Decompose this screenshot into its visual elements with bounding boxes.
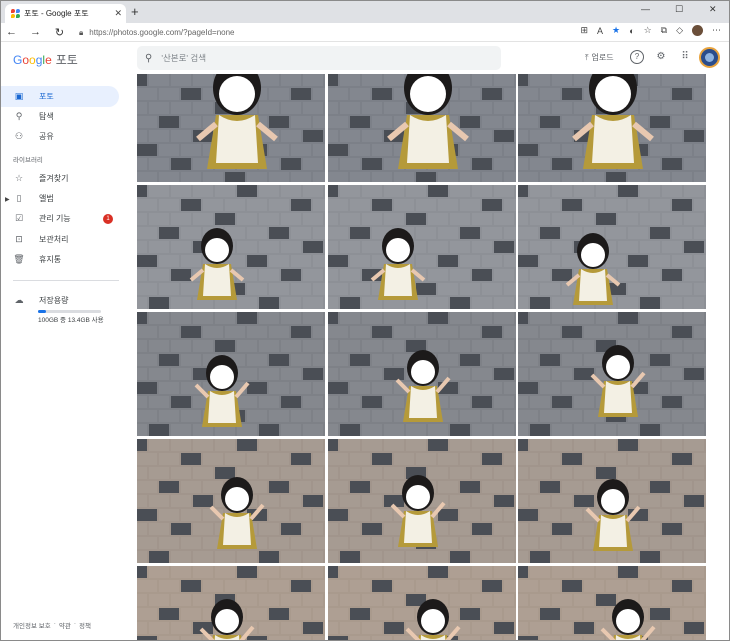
minimize-button[interactable]: — xyxy=(641,4,650,14)
photo-thumbnail[interactable] xyxy=(328,439,516,563)
archive-icon: ⊡ xyxy=(15,234,23,244)
google-photos-logo[interactable]: Google 포토 xyxy=(13,51,78,68)
tab-close-icon[interactable]: ✕ xyxy=(114,8,122,19)
photo-thumbnail[interactable] xyxy=(328,185,516,309)
photo-thumbnail[interactable] xyxy=(137,566,325,640)
photo-thumbnail[interactable] xyxy=(137,185,325,309)
photo-thumbnail[interactable] xyxy=(328,74,516,182)
google-photos-favicon-icon xyxy=(11,9,20,18)
sidebar-item-label: 포토 xyxy=(39,92,54,101)
favorite-star-icon[interactable]: ★ xyxy=(612,25,620,36)
upload-label: 업로드 xyxy=(591,53,614,62)
browser-toolbar: ⊞ A ★ ◐ ☆ ⧉ ◇ ⋯ xyxy=(580,25,721,36)
photo-thumbnail[interactable] xyxy=(518,74,706,182)
collections-icon[interactable]: ⧉ xyxy=(661,25,667,36)
sidebar: ▣ 포토 ⚲ 탐색 ⚇ 공유 라이브러리 ☆ 즐겨찾기 ▶ ▯ 앨범 ☑ 관리 … xyxy=(1,74,129,640)
upload-icon: ⤒ xyxy=(585,52,589,62)
upload-button[interactable]: ⤒ 업로드 xyxy=(585,52,614,63)
google-apps-icon[interactable]: ⠿ xyxy=(678,50,692,64)
notification-badge: 1 xyxy=(103,214,113,224)
photo-thumbnail[interactable] xyxy=(137,74,325,182)
sidebar-item-label: 저장용량 xyxy=(39,296,69,305)
sidebar-item-archive[interactable]: ⊡ 보관처리 xyxy=(1,229,119,250)
photo-thumbnail[interactable] xyxy=(137,439,325,563)
storage-usage-text: 100GB 중 13.4GB 사용 xyxy=(38,317,104,324)
search-input[interactable]: ⚲ '산본로' 검색 xyxy=(137,46,501,70)
photo-thumbnail[interactable] xyxy=(518,312,706,436)
photo-thumbnail[interactable] xyxy=(137,312,325,436)
photo-thumbnail[interactable] xyxy=(328,312,516,436)
maximize-button[interactable]: ☐ xyxy=(675,4,683,15)
lock-icon: 🔒︎ xyxy=(79,27,84,37)
trash-icon: 🗑︎ xyxy=(13,254,25,264)
search-placeholder: '산본로' 검색 xyxy=(161,53,207,63)
sidebar-item-explore[interactable]: ⚲ 탐색 xyxy=(1,106,119,127)
search-icon: ⚲ xyxy=(145,52,153,64)
footer-separator: · xyxy=(53,620,56,627)
terms-link[interactable]: 약관 xyxy=(59,620,71,630)
settings-gear-icon[interactable]: ⚙ xyxy=(654,50,668,64)
search-icon: ⚲ xyxy=(15,111,23,121)
close-window-button[interactable]: ✕ xyxy=(709,4,717,15)
google-wordmark: Google xyxy=(13,53,52,67)
apps-grid-icon[interactable]: ⊞ xyxy=(580,25,588,36)
sidebar-item-trash[interactable]: 🗑︎ 휴지통 xyxy=(1,249,119,270)
sidebar-item-favorites[interactable]: ☆ 즐겨찾기 xyxy=(1,168,119,189)
sidebar-item-storage[interactable]: ☁ 저장용량 xyxy=(1,290,119,311)
help-icon[interactable]: ? xyxy=(630,50,644,64)
sidebar-item-label: 즐겨찾기 xyxy=(39,174,69,183)
tab-title: 포토 - Google 포토 xyxy=(24,9,89,18)
photo-thumbnail[interactable] xyxy=(518,439,706,563)
people-icon: ⚇ xyxy=(14,131,24,141)
profile-avatar[interactable] xyxy=(692,25,703,36)
more-menu-icon[interactable]: ⋯ xyxy=(712,25,721,36)
forward-arrow-icon[interactable]: → xyxy=(28,26,43,38)
address-bar-row: ← → ↻ 🔒︎ https://photos.google.com/?page… xyxy=(1,23,729,42)
sidebar-item-label: 보관처리 xyxy=(39,235,69,244)
footer-separator: · xyxy=(73,620,76,627)
star-icon: ☆ xyxy=(14,173,24,183)
photo-thumbnail[interactable] xyxy=(518,566,706,640)
extension-icon[interactable]: ◐ xyxy=(629,26,634,36)
privacy-link[interactable]: 개인정보 보호 xyxy=(13,620,51,630)
sidebar-item-label: 관리 기능 xyxy=(39,214,71,223)
new-tab-button[interactable]: + xyxy=(131,5,139,19)
photo-icon: ▣ xyxy=(14,91,24,101)
sidebar-divider xyxy=(13,280,119,281)
product-name: 포토 xyxy=(55,53,78,67)
read-aloud-icon[interactable]: A xyxy=(597,26,603,36)
sidebar-item-sharing[interactable]: ⚇ 공유 xyxy=(1,126,119,147)
favorites-icon[interactable]: ☆ xyxy=(644,25,652,36)
cloud-icon: ☁ xyxy=(14,295,24,305)
url-field[interactable]: 🔒︎ https://photos.google.com/?pageId=non… xyxy=(79,25,519,40)
back-arrow-icon[interactable]: ← xyxy=(4,26,19,38)
shield-icon[interactable]: ◇ xyxy=(676,25,683,36)
checklist-icon: ☑ xyxy=(14,213,24,223)
browser-window: 포토 - Google 포토 ✕ + — ☐ ✕ ← → ↻ 🔒︎ https:… xyxy=(0,0,730,641)
sidebar-item-label: 공유 xyxy=(39,132,54,141)
footer-links: 개인정보 보호 · 약관 · 정책 xyxy=(13,620,91,630)
sidebar-item-photos[interactable]: ▣ 포토 xyxy=(1,86,119,107)
photo-thumbnail[interactable] xyxy=(518,185,706,309)
sidebar-item-albums[interactable]: ▯ 앨범 xyxy=(1,188,119,209)
browser-tab[interactable]: 포토 - Google 포토 ✕ xyxy=(5,4,126,23)
url-text: https://photos.google.com/?pageId=none xyxy=(89,28,235,37)
sidebar-item-label: 휴지통 xyxy=(39,255,62,264)
photo-thumbnail[interactable] xyxy=(328,566,516,640)
sidebar-item-label: 앨범 xyxy=(39,194,54,203)
tab-strip: 포토 - Google 포토 ✕ + — ☐ ✕ xyxy=(1,1,729,23)
reload-icon[interactable]: ↻ xyxy=(52,26,67,39)
policy-link[interactable]: 정책 xyxy=(79,620,91,630)
storage-progress-bar xyxy=(38,310,101,313)
album-icon: ▯ xyxy=(16,193,22,203)
library-section-label: 라이브러리 xyxy=(13,157,43,164)
sidebar-item-label: 탐색 xyxy=(39,112,54,121)
sidebar-item-utilities[interactable]: ☑ 관리 기능 xyxy=(1,208,119,229)
storage-progress-fill xyxy=(38,310,47,313)
account-avatar[interactable] xyxy=(699,47,720,68)
app-header: Google 포토 ⚲ '산본로' 검색 ⤒ 업로드 ? ⚙ ⠿ xyxy=(1,42,729,74)
